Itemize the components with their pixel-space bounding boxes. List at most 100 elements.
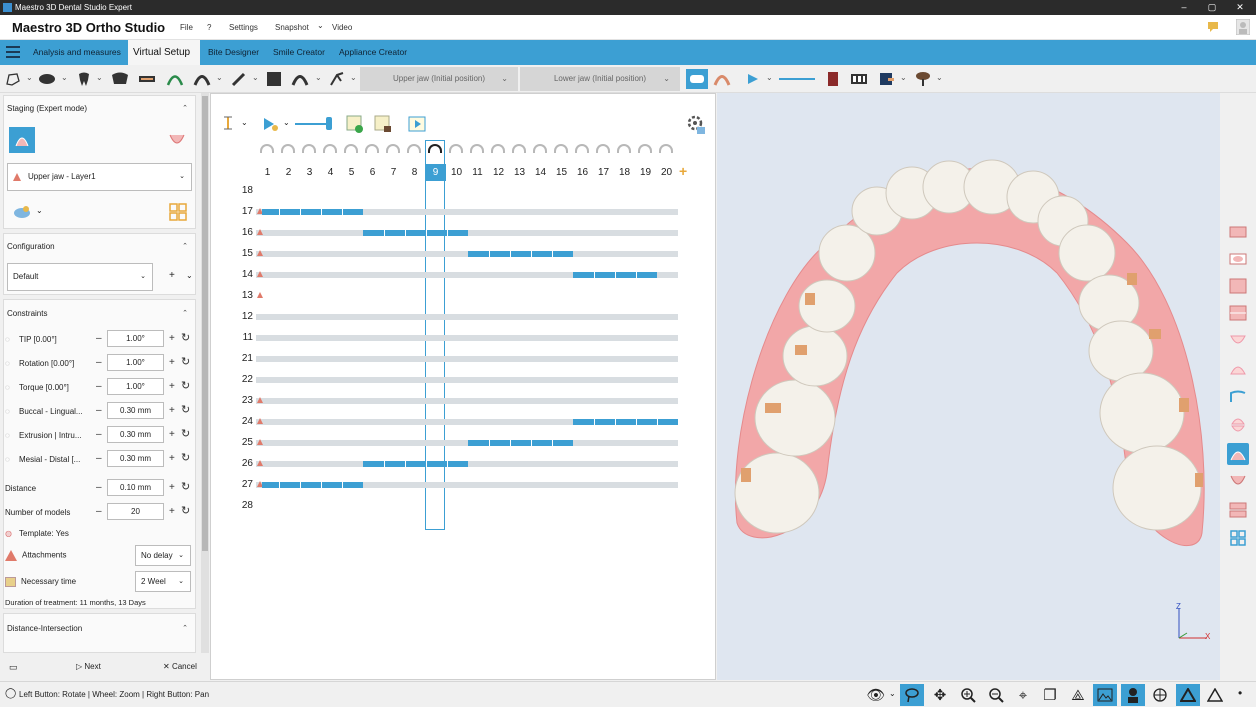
distance-input[interactable]: 0.10 mm (107, 479, 164, 496)
arch-form-chevron-icon[interactable]: ⌄ (216, 73, 223, 82)
stacked-jaws-icon[interactable] (1227, 499, 1249, 521)
movement-segment[interactable] (363, 461, 468, 467)
image-view-icon[interactable] (1093, 684, 1117, 706)
grid-globe-icon[interactable] (1148, 684, 1172, 706)
buccal-lingual-reset-icon[interactable]: ↻ (181, 403, 190, 416)
staging-collapse-icon[interactable]: ⌃ (182, 104, 188, 112)
necessary-time-select[interactable]: 2 Weel ⌄ (135, 571, 191, 592)
tip-increase-button[interactable]: + (169, 333, 175, 344)
arch-cut-chevron-icon[interactable]: ⌄ (315, 73, 322, 82)
models-decrease-button[interactable]: – (96, 506, 102, 517)
step-arch-icon[interactable] (533, 144, 547, 153)
square-tool-icon[interactable] (264, 69, 284, 89)
upper-jaw-select[interactable]: Upper jaw (Initial position) ⌄ (360, 67, 518, 91)
menu-help[interactable]: ? (207, 23, 211, 32)
premolar-17[interactable] (1088, 320, 1154, 382)
opacity-slider[interactable] (779, 78, 815, 80)
extrusion-input[interactable]: 0.30 mm (107, 426, 164, 443)
step-arch-icon[interactable] (449, 144, 463, 153)
lower-jaw-toggle-icon[interactable] (166, 130, 188, 152)
lower-jaw-select[interactable]: Lower jaw (Initial position) ⌄ (520, 67, 680, 91)
export-stage-icon[interactable] (373, 114, 393, 134)
step-arch-icon[interactable] (512, 144, 526, 153)
lower-jaw-only-icon[interactable] (1227, 471, 1249, 493)
tip-decrease-button[interactable]: – (96, 333, 102, 344)
minimize-button[interactable]: – (1170, 0, 1198, 15)
molar-27[interactable] (734, 452, 820, 534)
step-arch-icon[interactable] (407, 144, 421, 153)
tooth-row-track[interactable] (256, 314, 678, 320)
menu-file[interactable]: File (180, 23, 193, 32)
wireframe-icon[interactable]: ⟁ (1066, 684, 1090, 706)
grid-speed-knob[interactable] (326, 117, 332, 130)
rotation-input[interactable]: 1.00° (107, 354, 164, 371)
constraints-collapse-icon[interactable]: ⌃ (182, 309, 188, 317)
occlusal-view-icon[interactable] (1227, 248, 1249, 270)
movement-segment[interactable] (363, 230, 468, 236)
mesial-distal-reset-icon[interactable]: ↻ (181, 451, 190, 464)
lower-arch-icon[interactable] (1227, 330, 1249, 352)
step-arch-icon[interactable] (659, 144, 673, 153)
tab-analysis[interactable]: Analysis and measures (28, 40, 126, 65)
user-avatar-icon[interactable] (1236, 19, 1250, 35)
step-arch-icon[interactable] (365, 144, 379, 153)
buccal-lingual-increase-button[interactable]: + (169, 405, 175, 416)
bite-view-icon[interactable] (1227, 302, 1249, 324)
step-header-17[interactable]: 17 (593, 164, 614, 181)
text-cursor-icon[interactable] (221, 115, 235, 131)
menu-settings[interactable]: Settings (229, 23, 258, 32)
grid-play-chevron-icon[interactable]: ⌄ (283, 118, 290, 127)
step-header-12[interactable]: 12 (488, 164, 509, 181)
step-header-19[interactable]: 19 (635, 164, 656, 181)
menu-video[interactable]: Video (332, 23, 352, 32)
tooth-row-track[interactable] (256, 377, 678, 383)
arch-wire-icon[interactable] (165, 69, 185, 89)
grid-play-icon[interactable] (262, 116, 280, 132)
upper-jaw-view-icon[interactable] (1227, 221, 1249, 243)
step-arch-icon[interactable] (617, 144, 631, 153)
layer-settings-chevron-icon[interactable]: ⌄ (36, 206, 43, 215)
cancel-button[interactable]: ✕ Cancel (163, 662, 197, 671)
models-reset-icon[interactable]: ↻ (181, 504, 190, 517)
tab-appliance-creator[interactable]: Appliance Creator (334, 40, 412, 65)
next-stage-icon[interactable] (407, 114, 427, 134)
tooth-row-track[interactable] (256, 398, 678, 404)
sidebar-toggle-icon[interactable]: ▭ (9, 662, 18, 673)
tooth-row-track[interactable] (256, 251, 678, 257)
step-arch-icon[interactable] (281, 144, 295, 153)
step-header-11[interactable]: 11 (467, 164, 488, 181)
upper-arch-icon[interactable] (1227, 358, 1249, 380)
premolar-25[interactable] (782, 325, 848, 387)
validate-stage-icon[interactable] (345, 114, 365, 134)
molar-26[interactable] (754, 379, 836, 457)
extrusion-increase-button[interactable]: + (169, 429, 175, 440)
upper-jaw-toggle-icon[interactable] (9, 127, 35, 153)
menu-snapshot[interactable]: Snapshot (275, 23, 309, 32)
layers-icon[interactable]: ❐ (1038, 684, 1062, 706)
layer-select[interactable]: Upper jaw - Layer1 ⌄ (7, 163, 192, 191)
tab-virtual-setup[interactable]: Virtual Setup (128, 40, 200, 65)
center-target-icon[interactable]: ⌖ (1011, 684, 1035, 706)
step-arch-icon[interactable] (428, 144, 442, 153)
configuration-select[interactable]: Default ⌄ (7, 263, 153, 291)
grid-layout-icon[interactable] (169, 203, 187, 221)
step-arch-icon[interactable] (323, 144, 337, 153)
full-arch-icon[interactable] (110, 69, 130, 89)
mesial-distal-increase-button[interactable]: + (169, 453, 175, 464)
step-header-13[interactable]: 13 (509, 164, 530, 181)
zoom-out-icon[interactable] (984, 684, 1008, 706)
movement-segment[interactable] (262, 209, 363, 215)
triangle-outline-icon[interactable] (1203, 684, 1227, 706)
pen-chevron-icon[interactable]: ⌄ (252, 73, 259, 82)
step-arch-icon[interactable] (260, 144, 274, 153)
canine-15[interactable] (1058, 224, 1116, 282)
distance-increase-button[interactable]: + (169, 482, 175, 493)
step-header-5[interactable]: 5 (341, 164, 362, 181)
shape-select-icon[interactable] (3, 69, 23, 89)
tab-bite-designer[interactable]: Bite Designer (203, 40, 264, 65)
arch-cut-icon[interactable] (290, 69, 310, 89)
jaw-view-icon[interactable] (37, 69, 57, 89)
triangle-filled-icon[interactable] (1176, 684, 1200, 706)
rotation-reset-icon[interactable]: ↻ (181, 355, 190, 368)
tooth-row-track[interactable] (256, 440, 678, 446)
